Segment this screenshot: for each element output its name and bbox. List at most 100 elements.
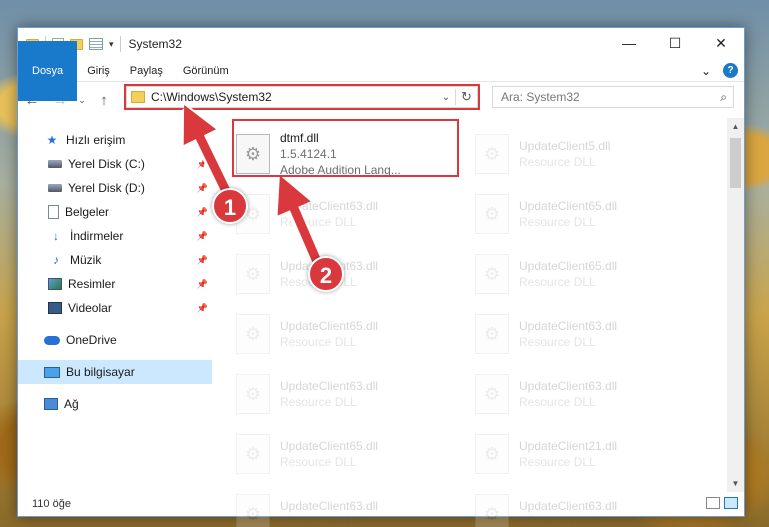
dll-file-icon: ⚙ xyxy=(475,194,509,234)
file-highlight-box xyxy=(232,119,459,177)
file-item[interactable]: ⚙ UpdateClient65.dll Resource DLL xyxy=(475,244,714,304)
onedrive-icon xyxy=(44,335,60,345)
dll-file-icon: ⚙ xyxy=(475,314,509,354)
forward-button[interactable]: → xyxy=(46,92,74,109)
videos-icon xyxy=(48,302,62,314)
sidebar-item-label: Videolar xyxy=(68,301,112,315)
sidebar-item-quick-access[interactable]: ★ Hızlı erişim xyxy=(18,128,212,152)
sidebar-item-label: Hızlı erişim xyxy=(66,133,126,147)
view-switcher xyxy=(706,497,738,509)
file-description: Resource DLL xyxy=(519,455,596,469)
dll-file-icon: ⚙ xyxy=(475,434,509,474)
file-item[interactable]: ⚙ UpdateClient65.dll Resource DLL xyxy=(236,304,475,364)
file-name: UpdateClient65.dll xyxy=(519,259,618,273)
dll-file-icon: ⚙ xyxy=(475,374,509,414)
sidebar-item-downloads[interactable]: ↓ İndirmeler 📌 xyxy=(18,224,212,248)
ribbon-right: ⌄ ? xyxy=(701,63,738,78)
file-description: Resource DLL xyxy=(280,215,357,229)
file-grid: ⚙ dtmf.dll 1.5.4124.1 Adobe Audition Lan… xyxy=(236,124,744,527)
dll-file-icon: ⚙ xyxy=(236,314,270,354)
file-list: ⚙ dtmf.dll 1.5.4124.1 Adobe Audition Lan… xyxy=(212,118,744,527)
address-highlight-box xyxy=(124,84,480,110)
close-button[interactable]: ✕ xyxy=(698,28,744,58)
sidebar-item-pictures[interactable]: Resimler 📌 xyxy=(18,272,212,296)
file-item[interactable]: ⚙ UpdateClient63.dllResource DLL xyxy=(475,364,714,424)
large-icons-view-icon[interactable] xyxy=(724,497,738,509)
sidebar-item-label: Belgeler xyxy=(65,205,110,219)
pin-icon: 📌 xyxy=(196,254,208,265)
details-view-icon[interactable] xyxy=(706,497,720,509)
properties-icon[interactable] xyxy=(89,38,103,50)
file-description: Resource DLL xyxy=(519,215,596,229)
file-description: Resource DLL xyxy=(280,455,357,469)
file-name: UpdateClient63.dll xyxy=(280,199,379,213)
drive-icon xyxy=(48,184,62,192)
tab-view[interactable]: Görünüm xyxy=(173,60,239,82)
sidebar-item-network[interactable]: Ağ xyxy=(18,392,212,416)
ribbon-tabs: Dosya Giriş Paylaş Görünüm ⌄ ? xyxy=(18,40,744,101)
sidebar-item-local-disk-d[interactable]: Yerel Disk (D:) 📌 xyxy=(18,176,212,200)
toolbar-divider xyxy=(119,36,121,52)
scroll-thumb[interactable] xyxy=(730,138,741,188)
pictures-icon xyxy=(48,278,62,290)
pin-icon: 📌 xyxy=(196,206,208,217)
file-item[interactable]: ⚙ UpdateClient63.dll Resource DLL xyxy=(236,364,475,424)
file-description: Resource DLL xyxy=(280,335,357,349)
file-name: UpdateClient65.dll xyxy=(519,199,618,213)
file-item[interactable]: ⚙ UpdateClient65.dll Resource DLL xyxy=(475,184,714,244)
sidebar-item-music[interactable]: ♪ Müzik 📌 xyxy=(18,248,212,272)
sidebar-item-this-pc[interactable]: Bu bilgisayar xyxy=(18,360,212,384)
up-button[interactable]: ↑ xyxy=(90,92,118,109)
sidebar-item-local-disk-c[interactable]: Yerel Disk (C:) 📌 xyxy=(18,152,212,176)
recent-locations-button[interactable]: ⌄ xyxy=(74,95,90,106)
scroll-up-icon[interactable]: ▲ xyxy=(727,118,744,135)
sidebar-item-documents[interactable]: Belgeler 📌 xyxy=(18,200,212,224)
computer-icon xyxy=(44,366,60,378)
file-item[interactable]: ⚙ UpdateClient63.dllResource DLL xyxy=(475,304,714,364)
sidebar-item-label: Resimler xyxy=(68,277,116,291)
search-placeholder: Ara: System32 xyxy=(501,90,580,104)
minimize-button[interactable]: — xyxy=(606,28,652,58)
sidebar-item-label: Müzik xyxy=(70,253,102,267)
file-item[interactable]: ⚙ UpdateClient63.dllResource DLL xyxy=(236,244,475,304)
vertical-scrollbar[interactable]: ▲ ▼ xyxy=(727,118,744,492)
pin-icon: 📌 xyxy=(196,182,208,193)
dll-file-icon: ⚙ xyxy=(475,254,509,294)
item-count: 110 öğe xyxy=(32,498,71,510)
documents-icon xyxy=(48,205,59,219)
file-item[interactable]: ⚙ UpdateClient5.dll Resource DLL xyxy=(475,124,714,184)
customize-toolbar-icon[interactable]: ▾ xyxy=(109,39,114,50)
step-2-callout: 2 xyxy=(308,256,344,292)
sidebar-item-label: Yerel Disk (D:) xyxy=(68,181,145,195)
maximize-button[interactable]: ☐ xyxy=(652,28,698,58)
step-1-callout: 1 xyxy=(212,188,248,224)
file-item[interactable]: ⚙ UpdateClient63.dllResource DLL xyxy=(236,184,475,244)
file-description: Resource DLL xyxy=(519,275,596,289)
downloads-icon: ↓ xyxy=(53,229,59,243)
tab-home[interactable]: Giriş xyxy=(77,60,120,82)
file-explorer-window: ✓ ▾ System32 — ☐ ✕ Dosya Giriş Paylaş Gö… xyxy=(17,27,745,527)
file-item[interactable]: ⚙ UpdateClient65.dll Resource DLL xyxy=(236,424,475,484)
sidebar-item-videos[interactable]: Videolar 📌 xyxy=(18,296,212,320)
back-button[interactable]: ← xyxy=(18,92,46,109)
dll-file-icon: ⚙ xyxy=(236,374,270,414)
pin-icon: 📌 xyxy=(196,278,208,289)
file-name: UpdateClient65.dll xyxy=(280,439,379,453)
file-description: Resource DLL xyxy=(519,395,596,409)
search-input[interactable]: Ara: System32 ⌕ xyxy=(492,86,734,108)
sidebar-item-label: OneDrive xyxy=(66,333,117,347)
file-description: Resource DLL xyxy=(280,395,357,409)
scroll-down-icon[interactable]: ▼ xyxy=(727,475,744,492)
tab-share[interactable]: Paylaş xyxy=(120,60,173,82)
file-name: UpdateClient63.dll xyxy=(280,379,379,393)
sidebar-item-onedrive[interactable]: OneDrive xyxy=(18,328,212,352)
file-item[interactable]: ⚙ UpdateClient21.dll Resource DLL xyxy=(475,424,714,484)
help-icon[interactable]: ? xyxy=(723,63,738,78)
title-bar: ✓ ▾ System32 — ☐ ✕ xyxy=(18,28,744,60)
network-icon xyxy=(44,398,58,410)
dll-file-icon: ⚙ xyxy=(475,134,509,174)
file-description: Resource DLL xyxy=(519,155,596,169)
dll-file-icon: ⚙ xyxy=(236,254,270,294)
window-controls: — ☐ ✕ xyxy=(606,28,744,58)
expand-ribbon-icon[interactable]: ⌄ xyxy=(701,64,711,78)
